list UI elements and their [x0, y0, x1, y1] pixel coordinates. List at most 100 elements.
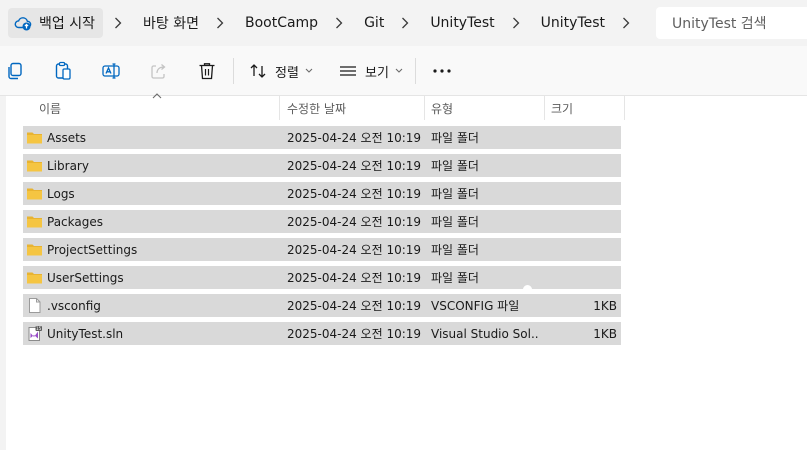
chevron-right-icon[interactable] [332, 8, 346, 38]
file-type: 파일 폴더 [431, 159, 479, 173]
folder-icon [26, 213, 43, 230]
breadcrumb-item-unitytest[interactable]: UnityTest [424, 8, 500, 38]
file-row[interactable]: UserSettings 2025-04-24 오전 10:19 파일 폴더 [23, 266, 621, 289]
file-type: Visual Studio Sol... [431, 326, 539, 341]
folder-icon [26, 241, 43, 258]
column-header-type[interactable]: 유형 [431, 96, 453, 120]
file-size [553, 126, 617, 149]
folder-icon [26, 185, 43, 202]
chevron-right-icon[interactable] [509, 8, 523, 38]
column-header-label: 유형 [431, 101, 454, 116]
file-modified: 2025-04-24 오전 10:19 [287, 327, 422, 341]
svg-text:15: 15 [36, 326, 42, 331]
share-icon[interactable] [148, 60, 170, 82]
sort-button[interactable]: 정렬 [249, 58, 313, 84]
cloud-backup-icon [14, 17, 32, 31]
chevron-right-icon[interactable] [213, 8, 227, 38]
command-bar: 정렬 보기 [0, 46, 807, 96]
breadcrumb-label: 바탕 화면 [142, 16, 199, 32]
copy-icon[interactable] [4, 60, 26, 82]
file-size [553, 154, 617, 177]
chevron-right-icon[interactable] [111, 8, 125, 38]
breadcrumb-label: BootCamp [244, 15, 319, 31]
file-row[interactable]: Logs 2025-04-24 오전 10:19 파일 폴더 [23, 182, 621, 205]
file-name: ProjectSettings [47, 242, 138, 257]
column-divider[interactable] [544, 96, 545, 120]
file-type: 파일 폴더 [431, 187, 479, 201]
toolbar-divider [233, 58, 234, 84]
file-modified: 2025-04-24 오전 10:19 [287, 299, 422, 313]
file-name: Library [47, 158, 89, 173]
view-label: 보기 [365, 65, 389, 81]
visual-studio-solution-icon: 15 [26, 325, 43, 342]
file-row[interactable]: .vsconfig 2025-04-24 오전 10:19 VSCONFIG 파일 1… [23, 294, 621, 317]
file-size [553, 182, 617, 205]
file-modified: 2025-04-24 오전 10:19 [287, 215, 422, 229]
file-size: 1KB [593, 298, 617, 313]
file-name: Logs [47, 186, 75, 201]
paste-icon[interactable] [52, 60, 74, 82]
file-name: UnityTest.sln [47, 326, 124, 341]
file-name: UserSettings [47, 270, 124, 285]
file-name: Assets [47, 130, 87, 145]
file-type: 파일 폴더 [431, 271, 479, 285]
column-header-size[interactable]: 크기 [551, 96, 573, 120]
breadcrumb-item-unitytest-current[interactable]: UnityTest [535, 8, 611, 38]
file-size [553, 266, 617, 289]
rename-icon[interactable] [100, 60, 122, 82]
column-divider[interactable] [279, 96, 280, 120]
search-placeholder: UnityTest 검색 [672, 16, 767, 32]
file-row[interactable]: 15 UnityTest.sln 2025-04-24 오전 10:19 Visual… [23, 322, 621, 345]
search-input[interactable]: UnityTest 검색 [656, 7, 807, 39]
column-header-modified[interactable]: 수정한 날짜 [287, 96, 346, 120]
file-size: 1KB [593, 326, 617, 341]
chevron-down-icon [395, 68, 403, 73]
column-header-label: 수정한 날짜 [287, 101, 347, 116]
file-list: 이름 수정한 날짜 유형 크기 Assets 2025-04-24 오전 10:1… [6, 93, 807, 450]
column-header-label: 이름 [39, 101, 62, 116]
breadcrumb-label: UnityTest [430, 15, 495, 31]
file-type: 파일 폴더 [431, 131, 479, 145]
breadcrumb-label: UnityTest [540, 15, 606, 31]
file-name: .vsconfig [47, 298, 101, 313]
view-button[interactable]: 보기 [339, 58, 403, 84]
delete-icon[interactable] [196, 60, 218, 82]
file-row[interactable]: Packages 2025-04-24 오전 10:19 파일 폴더 [23, 210, 621, 233]
more-options-icon[interactable] [431, 60, 453, 82]
column-header-name[interactable]: 이름 [39, 96, 61, 120]
folder-icon [26, 129, 43, 146]
breadcrumb-item-git[interactable]: Git [358, 8, 390, 38]
column-header-label: 크기 [551, 101, 574, 116]
file-modified: 2025-04-24 오전 10:19 [287, 159, 422, 173]
column-divider[interactable] [424, 96, 425, 120]
address-bar: 백업 시작 바탕 화면 BootCamp Git UnityTest Unity… [0, 0, 807, 46]
cursor-dot [523, 285, 532, 294]
breadcrumb-label: 백업 시작 [39, 16, 95, 32]
file-modified: 2025-04-24 오전 10:19 [287, 243, 422, 257]
file-type: 파일 폴더 [431, 243, 479, 257]
chevron-right-icon[interactable] [398, 8, 412, 38]
file-type: 파일 폴더 [431, 215, 479, 229]
breadcrumb: 백업 시작 바탕 화면 BootCamp Git UnityTest Unity… [8, 8, 645, 38]
column-divider[interactable] [624, 96, 625, 120]
chevron-right-icon[interactable] [619, 8, 633, 38]
folder-icon [26, 269, 43, 286]
file-modified: 2025-04-24 오전 10:19 [287, 131, 422, 145]
toolbar-divider [415, 58, 416, 84]
folder-icon [26, 157, 43, 174]
file-icon [26, 297, 43, 314]
breadcrumb-item-desktop[interactable]: 바탕 화면 [137, 8, 205, 38]
chevron-down-icon [305, 68, 313, 73]
file-size [553, 238, 617, 261]
view-icon [340, 66, 356, 76]
breadcrumb-item-backup[interactable]: 백업 시작 [8, 8, 103, 38]
sort-ascending-icon [152, 93, 162, 99]
sort-label: 정렬 [275, 65, 299, 81]
file-row[interactable]: ProjectSettings 2025-04-24 오전 10:19 파일 폴더 [23, 238, 621, 261]
file-name: Packages [47, 214, 103, 229]
file-row[interactable]: Library 2025-04-24 오전 10:19 파일 폴더 [23, 154, 621, 177]
file-size [553, 210, 617, 233]
breadcrumb-item-bootcamp[interactable]: BootCamp [239, 8, 324, 38]
file-row[interactable]: Assets 2025-04-24 오전 10:19 파일 폴더 [23, 126, 621, 149]
sort-icon [250, 64, 266, 78]
